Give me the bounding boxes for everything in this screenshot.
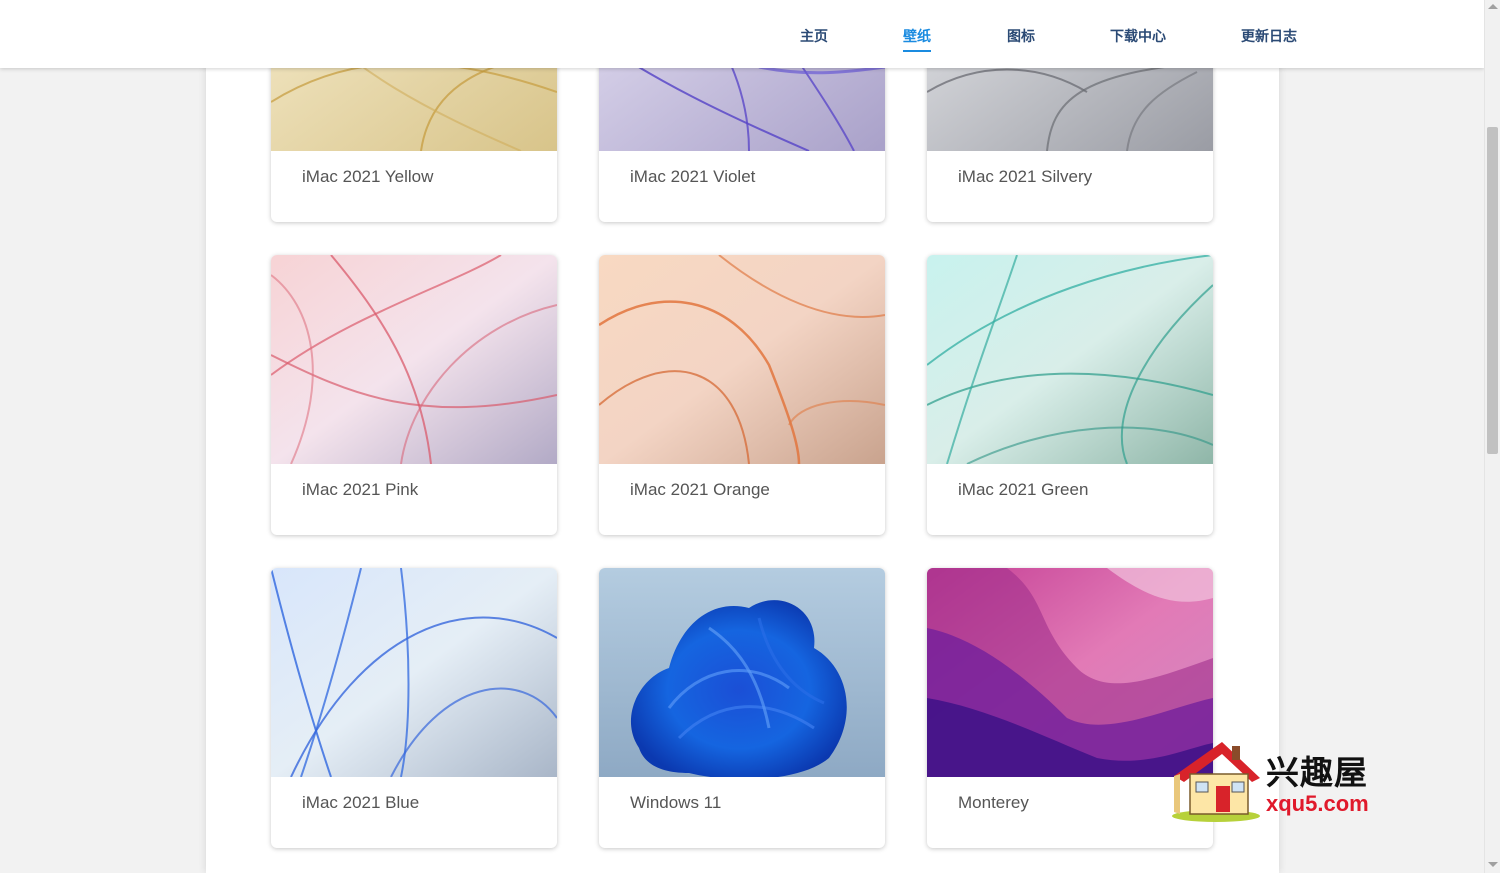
wallpaper-thumbnail[interactable] (271, 568, 557, 777)
watermark-domain: xqu5.com (1266, 791, 1369, 816)
wallpaper-thumbnail[interactable] (599, 255, 885, 464)
wallpaper-thumbnail[interactable] (599, 568, 885, 777)
wallpaper-thumbnail[interactable] (271, 255, 557, 464)
top-navbar: 主页 壁纸 图标 下载中心 更新日志 (0, 0, 1484, 68)
wallpaper-title[interactable]: iMac 2021 Yellow (302, 167, 433, 187)
watermark-name: 兴趣屋 (1266, 753, 1368, 792)
nav-item-wallpapers[interactable]: 壁纸 (903, 26, 931, 52)
scroll-down-icon[interactable] (1488, 862, 1498, 867)
wallpaper-card-imac-blue[interactable]: iMac 2021 Blue (271, 568, 557, 848)
wallpaper-grid: iMac 2021 Yellow iMac 2021 Violet iMac 2… (271, 0, 1214, 873)
nav-item-downloads[interactable]: 下载中心 (1110, 26, 1166, 46)
wallpaper-thumbnail[interactable] (927, 255, 1213, 464)
wallpaper-card-imac-green[interactable]: iMac 2021 Green (927, 255, 1213, 535)
scroll-up-icon[interactable] (1488, 4, 1498, 9)
nav-item-home[interactable]: 主页 (800, 26, 828, 46)
house-logo-icon (1172, 742, 1260, 822)
wallpaper-card-windows-11[interactable]: Windows 11 (599, 568, 885, 848)
wallpaper-title[interactable]: iMac 2021 Pink (302, 480, 418, 500)
wallpaper-title[interactable]: Windows 11 (630, 793, 721, 813)
wallpaper-title[interactable]: iMac 2021 Silvery (958, 167, 1092, 187)
vertical-scrollbar[interactable] (1484, 0, 1500, 873)
wallpaper-title[interactable]: iMac 2021 Blue (302, 793, 419, 813)
wallpaper-card-imac-orange[interactable]: iMac 2021 Orange (599, 255, 885, 535)
nav-item-icons[interactable]: 图标 (1007, 26, 1035, 46)
site-watermark: 兴趣屋 xqu5.com (1170, 738, 1380, 823)
scrollbar-thumb[interactable] (1487, 127, 1498, 454)
wallpaper-title[interactable]: iMac 2021 Orange (630, 480, 770, 500)
wallpaper-card-imac-pink[interactable]: iMac 2021 Pink (271, 255, 557, 535)
wallpaper-title[interactable]: Monterey (958, 793, 1029, 813)
nav-item-changelog[interactable]: 更新日志 (1241, 26, 1297, 46)
wallpaper-title[interactable]: iMac 2021 Violet (630, 167, 755, 187)
wallpaper-title[interactable]: iMac 2021 Green (958, 480, 1088, 500)
